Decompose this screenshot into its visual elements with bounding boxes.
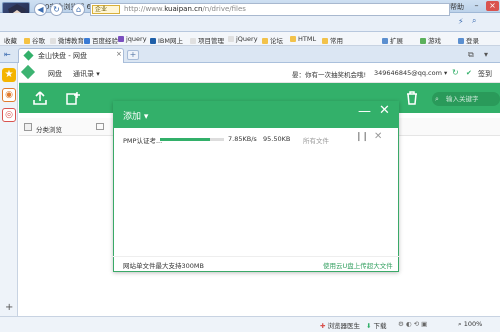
cancel-upload-icon[interactable]: ✕ (374, 131, 382, 142)
url-path: /n/drive/files (202, 5, 246, 13)
account-email[interactable]: 349646845@qq.com ▾ (374, 69, 447, 77)
fav-item[interactable]: 百度经验 (84, 35, 118, 45)
upload-filename: PMP认证考... (123, 137, 163, 145)
status-icons[interactable]: ⚙ ◐ ⟲ ▣ (398, 320, 427, 328)
fav-item[interactable]: IBM网上 (150, 35, 183, 45)
games-button[interactable]: 游戏 (420, 35, 441, 45)
delete-icon[interactable] (405, 91, 419, 105)
menu-help[interactable]: 帮助 (450, 2, 464, 12)
file-search-input[interactable]: 输入关键字 (432, 92, 500, 106)
url-text[interactable]: http://www.kuaipan.cn/n/drive/files (124, 5, 246, 13)
tab-label: 金山快盘 - 网盘 (38, 52, 87, 60)
new-folder-icon[interactable] (66, 91, 80, 105)
fav-item[interactable]: 谷歌 (24, 35, 45, 45)
zoom-level[interactable]: ⌕ 100% (458, 320, 482, 329)
lottery-notice[interactable]: 晏：你有一次抽奖机会哦! (292, 69, 366, 79)
dialog-title[interactable]: 添加 ▾ (123, 109, 148, 122)
refresh-icon[interactable]: ↻ (50, 3, 63, 16)
grid-icon[interactable] (24, 123, 32, 131)
browser-doctor-button[interactable]: ✚ 浏览器医生 (320, 320, 360, 330)
favorites-label[interactable]: 收藏 (4, 35, 17, 45)
pause-icon[interactable]: ❙❙ (355, 132, 369, 142)
add-sidebar-icon[interactable]: + (5, 302, 13, 313)
close-dialog-icon[interactable]: ✕ (379, 103, 390, 118)
home-icon[interactable]: ⌂ (72, 3, 85, 16)
eye-icon[interactable]: ◉ (2, 88, 16, 102)
fav-item[interactable]: 项目管理 (190, 35, 224, 45)
minimize-dialog-icon[interactable]: — (358, 104, 371, 119)
search-icon: ⌕ (435, 95, 439, 103)
upload-progress-fill (160, 138, 210, 141)
download-button[interactable]: ⬇ 下载 (366, 320, 387, 330)
star-icon[interactable]: ★ (2, 68, 16, 82)
size-limit-note: 网站单文件最大支持300MB (123, 262, 204, 270)
dialog-header (113, 101, 399, 128)
refresh-icon[interactable]: ↻ (452, 68, 459, 77)
url-domain: kuaipan.cn (164, 5, 203, 13)
restore-tabs-icon[interactable]: ⧉ (468, 50, 474, 60)
close-window-button[interactable]: × (486, 1, 499, 11)
large-file-link[interactable]: 使用云U盘上传超大文件 (323, 260, 393, 270)
fav-item[interactable]: jquery (118, 35, 147, 43)
new-tab-button[interactable]: + (127, 50, 139, 60)
upload-progress-bar (160, 138, 224, 141)
fav-item[interactable]: jQuery (228, 35, 258, 43)
minimize-button[interactable]: – (470, 1, 483, 11)
fav-item[interactable]: 论坛 (262, 35, 283, 45)
folder-icon[interactable] (96, 123, 104, 130)
security-badge[interactable]: 企业 (92, 5, 120, 14)
lightning-icon[interactable]: ⚡ (458, 17, 464, 26)
fav-item[interactable]: 微博教育 (50, 35, 84, 45)
weibo-icon[interactable]: ◎ (2, 108, 16, 122)
upload-icon[interactable] (33, 91, 47, 105)
category-browse[interactable]: 分类浏览 (36, 124, 62, 134)
back-icon[interactable]: ◀ (34, 3, 47, 16)
nav-contacts[interactable]: 通讯录 ▾ (73, 69, 100, 79)
url-prefix: http://www. (124, 5, 165, 13)
search-icon[interactable]: ⌕ (472, 16, 476, 26)
upload-destination: 所有文件 (303, 137, 329, 145)
upload-size: 95.50KB (263, 135, 291, 143)
tab-close-icon[interactable]: × (116, 50, 122, 58)
upload-speed: 7.85KB/s (228, 135, 257, 143)
tab-menu-icon[interactable]: ▾ (484, 50, 488, 59)
fav-item[interactable]: HTML (290, 35, 316, 43)
extensions-button[interactable]: 扩展 (382, 35, 403, 45)
sidebar-toggle-icon[interactable]: ⇤ (4, 50, 11, 59)
sign-in-button[interactable]: 签到 (478, 69, 492, 79)
nav-drive[interactable]: 网盘 (48, 69, 62, 79)
fav-item[interactable]: 常用 (322, 35, 343, 45)
checkin-icon: ✔ (466, 69, 472, 77)
login-button[interactable]: 登录 (458, 35, 479, 45)
